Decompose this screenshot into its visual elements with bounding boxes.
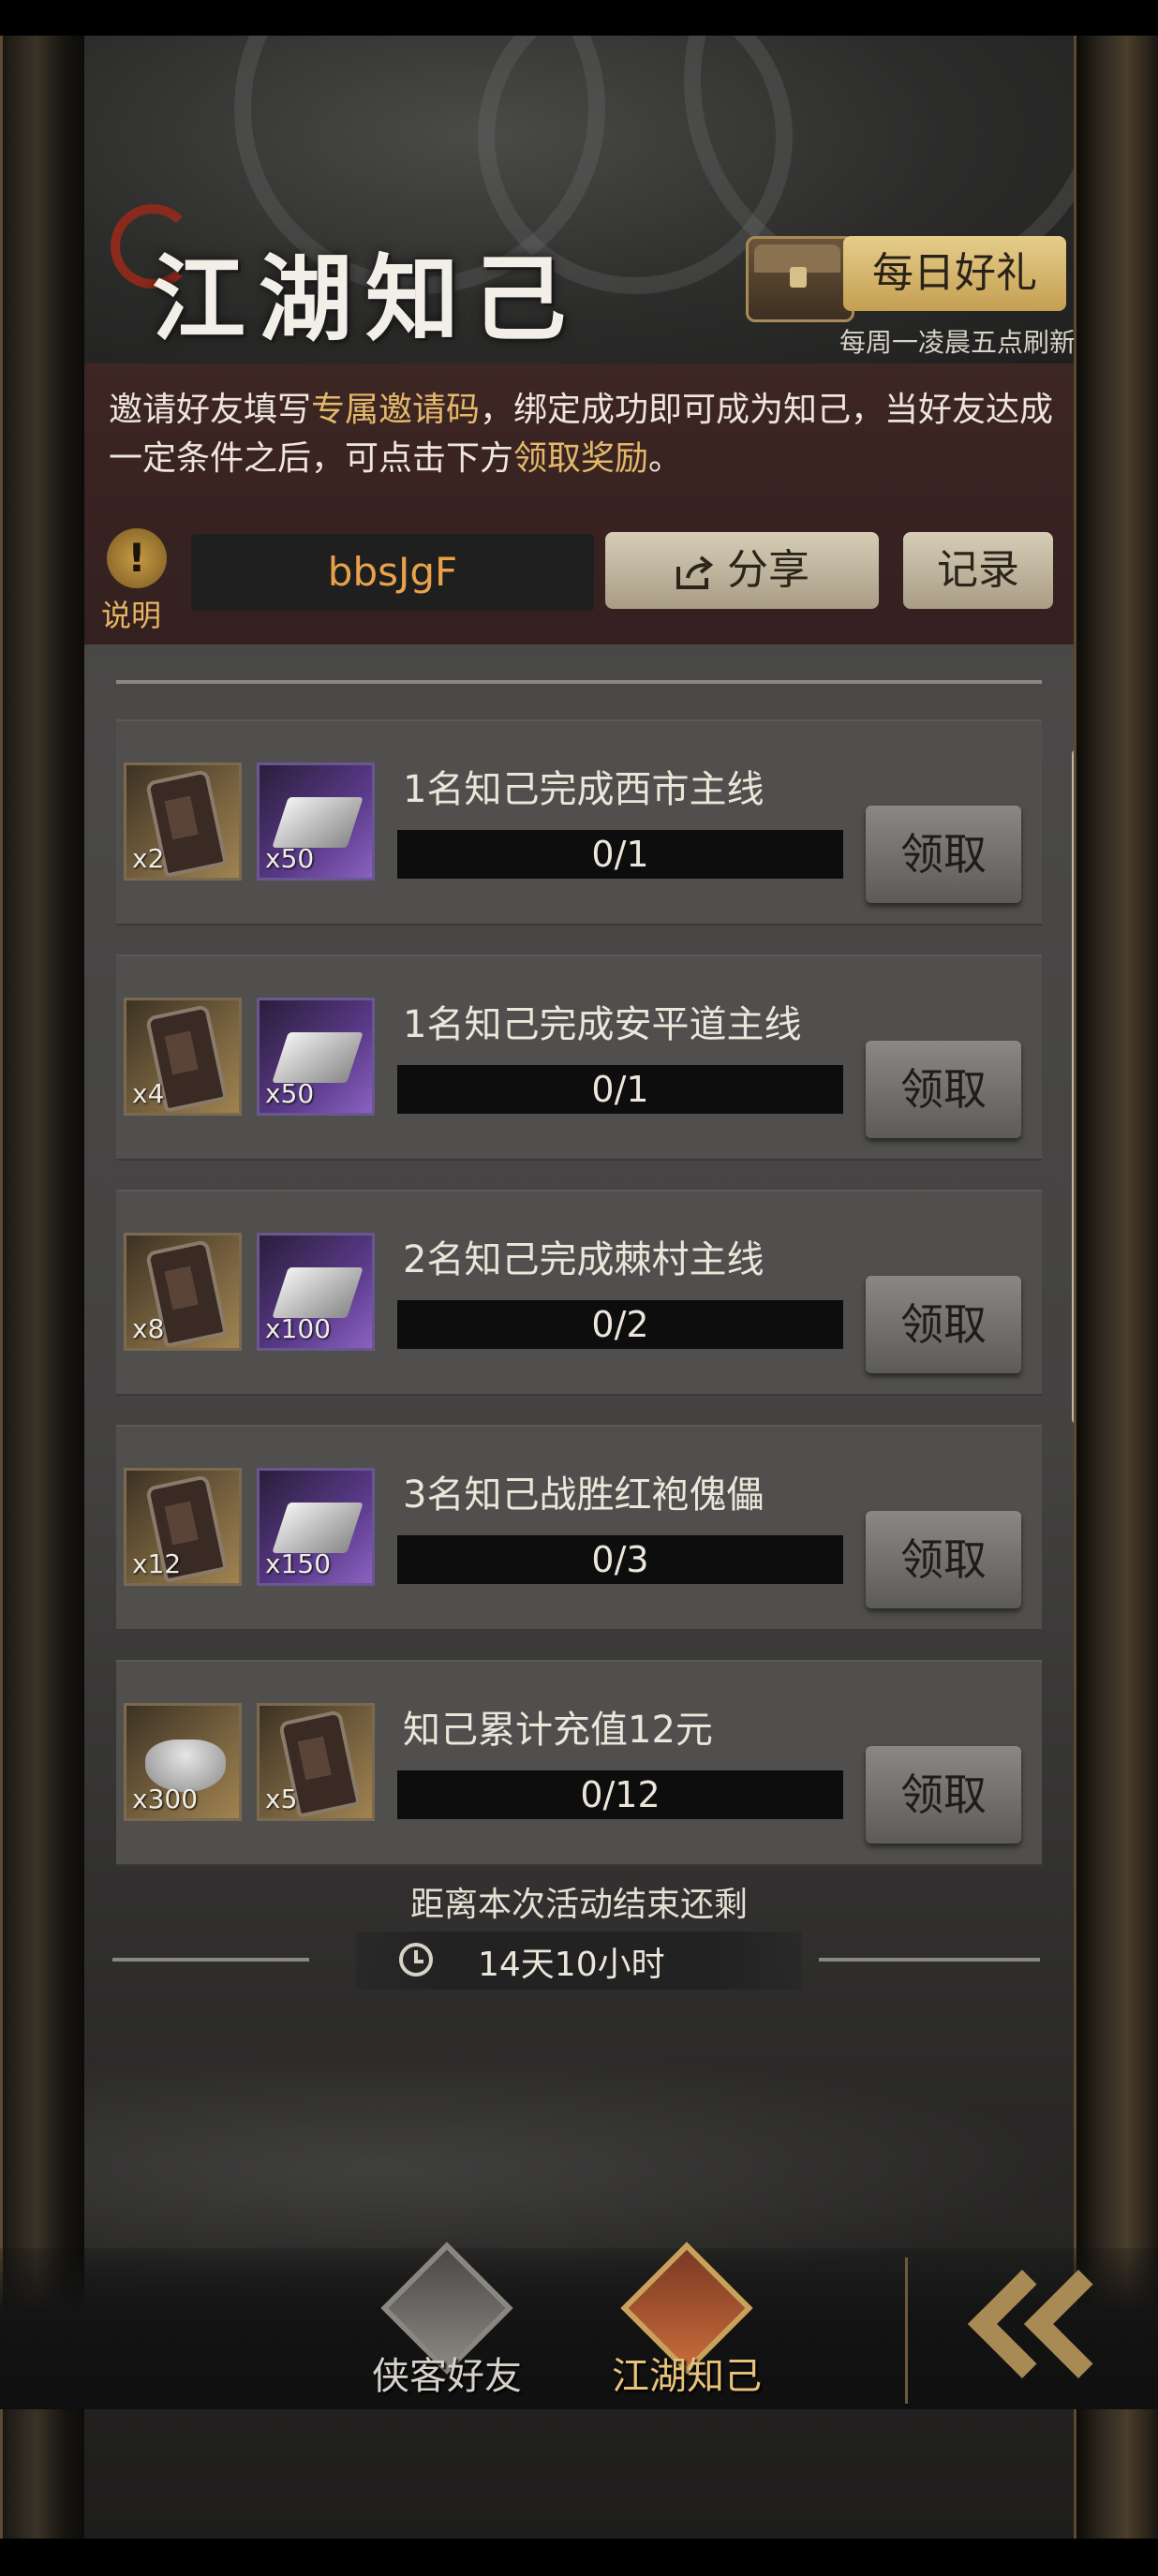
tab-label: 江湖知己 (612, 2355, 762, 2398)
tab-jianghu-zhiji[interactable]: 江湖知己 (570, 2242, 804, 2409)
reward-item[interactable]: x12 (124, 1468, 242, 1586)
back-button[interactable] (946, 2267, 1134, 2389)
scrollbar-track[interactable] (1072, 748, 1074, 1426)
task-card: x2 x50 1名知己完成西市主线 0/1 领取 (116, 719, 1042, 925)
status-bar (0, 0, 1158, 36)
task-card: x4 x50 1名知己完成安平道主线 0/1 领取 (116, 955, 1042, 1161)
left-frame-pillar (0, 36, 90, 2539)
task-title: 知己累计充值12元 (403, 1709, 713, 1752)
page-title: 江湖知己 (152, 244, 579, 354)
reward-item[interactable]: x8 (124, 1233, 242, 1351)
reward-count: x5 (265, 1784, 298, 1814)
invite-text-segment: 邀请好友填写 (109, 391, 312, 429)
record-button[interactable]: 记录 (903, 532, 1053, 609)
clock-icon (399, 1943, 433, 1976)
reward-item[interactable]: x150 (257, 1468, 375, 1586)
invite-section: 邀请好友填写专属邀请码，绑定成功即可成为知己，当好友达成一定条件之后，可点击下方… (84, 363, 1074, 644)
reward-count: x150 (265, 1548, 332, 1579)
invite-text-segment: 。 (648, 439, 683, 478)
task-card: x300 x5 知己累计充值12元 0/12 领取 (116, 1660, 1042, 1866)
task-title: 2名知己完成棘村主线 (403, 1238, 765, 1281)
reward-count: x100 (265, 1313, 332, 1344)
treasure-chest-icon[interactable] (746, 236, 854, 322)
daily-gift-button[interactable]: 每日好礼 (843, 236, 1066, 311)
claim-button[interactable]: 领取 (866, 1511, 1021, 1608)
divider (116, 680, 1042, 684)
reward-count: x300 (132, 1784, 199, 1814)
chevron-left-icon (1024, 2270, 1133, 2378)
share-button[interactable]: 分享 (605, 532, 879, 609)
tab-xiake-friends[interactable]: 侠客好友 (330, 2242, 564, 2409)
silver-ingot-icon (272, 1503, 364, 1553)
progress-text: 0/12 (580, 1774, 661, 1815)
reward-count: x50 (265, 843, 315, 874)
reward-item[interactable]: x50 (257, 762, 375, 881)
progress-text: 0/2 (591, 1304, 649, 1345)
reward-item[interactable]: x100 (257, 1233, 375, 1351)
nav-divider (905, 2258, 908, 2404)
reward-item[interactable]: x4 (124, 998, 242, 1116)
task-title: 1名知己完成安平道主线 (403, 1003, 802, 1046)
progress-text: 0/1 (591, 834, 649, 875)
silver-ingot-icon (272, 1267, 364, 1318)
reward-count: x4 (132, 1078, 165, 1109)
share-icon (676, 555, 714, 589)
header-banner: 江湖知己 每日好礼 每周一凌晨五点刷新 (84, 36, 1074, 363)
reward-count: x8 (132, 1313, 165, 1344)
progress-text: 0/3 (591, 1539, 649, 1580)
right-frame-pillar (1074, 36, 1158, 2539)
countdown-label: 距离本次活动结束还剩 (409, 1886, 748, 1924)
claim-button[interactable]: 领取 (866, 1276, 1021, 1373)
task-list[interactable]: x2 x50 1名知己完成西市主线 0/1 领取 x4 x50 1名知己完成安平道主线 0/1 领… (116, 719, 1042, 1870)
share-label: 分享 (727, 546, 809, 594)
countdown-remaining: 14天10小时 (478, 1946, 665, 1984)
task-title: 1名知己完成西市主线 (403, 768, 765, 811)
reward-item[interactable]: x5 (257, 1703, 375, 1821)
system-nav-bar (0, 2539, 1158, 2576)
invite-code-highlight: 专属邀请码 (311, 391, 481, 429)
progress-bar: 0/2 (397, 1300, 843, 1349)
claim-button[interactable]: 领取 (866, 806, 1021, 903)
reward-count: x50 (265, 1078, 315, 1109)
invite-code-display: bbsJgF (191, 534, 594, 611)
info-icon[interactable]: ! (107, 528, 167, 588)
refresh-note: 每周一凌晨五点刷新 (839, 327, 1074, 358)
claim-reward-highlight: 领取奖励 (513, 439, 649, 478)
progress-bar: 0/1 (397, 830, 843, 879)
tab-label: 侠客好友 (372, 2355, 522, 2398)
silver-ingot-icon (272, 1032, 364, 1083)
invite-description: 邀请好友填写专属邀请码，绑定成功即可成为知己，当好友达成一定条件之后，可点击下方… (109, 386, 1055, 483)
progress-bar: 0/3 (397, 1535, 843, 1584)
silver-ingot-icon (272, 797, 364, 848)
claim-button[interactable]: 领取 (866, 1041, 1021, 1138)
progress-bar: 0/1 (397, 1065, 843, 1114)
reward-count: x12 (132, 1548, 182, 1579)
claim-button[interactable]: 领取 (866, 1746, 1021, 1843)
task-title: 3名知己战胜红袍傀儡 (403, 1473, 765, 1517)
divider (112, 1958, 309, 1962)
event-panel: 江湖知己 每日好礼 每周一凌晨五点刷新 邀请好友填写专属邀请码，绑定成功即可成为… (84, 36, 1074, 2539)
progress-bar: 0/12 (397, 1770, 843, 1819)
reward-count: x2 (132, 843, 165, 874)
reward-item[interactable]: x300 (124, 1703, 242, 1821)
task-card: x8 x100 2名知己完成棘村主线 0/2 领取 (116, 1190, 1042, 1396)
reward-item[interactable]: x2 (124, 762, 242, 881)
task-card: x12 x150 3名知己战胜红袍傀儡 0/3 领取 (116, 1425, 1042, 1631)
progress-text: 0/1 (591, 1069, 649, 1110)
reward-item[interactable]: x50 (257, 998, 375, 1116)
info-label[interactable]: 说明 (101, 592, 161, 635)
divider (819, 1958, 1040, 1962)
